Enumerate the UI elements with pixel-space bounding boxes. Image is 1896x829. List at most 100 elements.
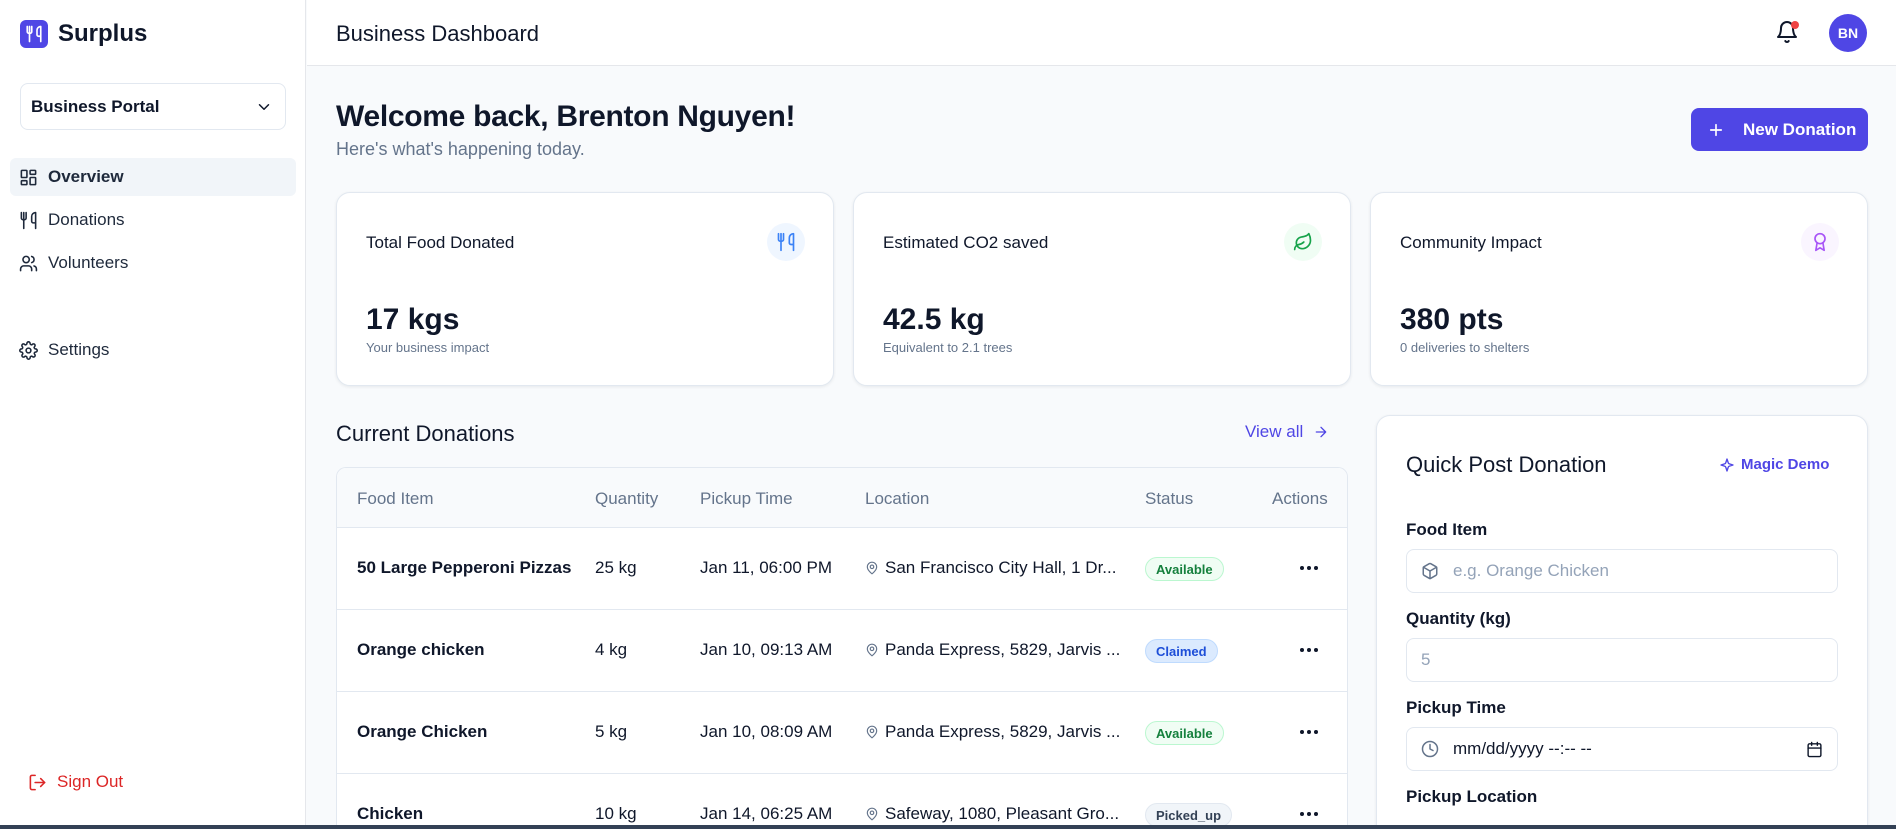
table-row[interactable]: Orange chicken 4 kg Jan 10, 09:13 AM Pan… (337, 610, 1347, 692)
sparkles-icon (1720, 457, 1734, 472)
pickup-time-cell: Jan 10, 09:13 AM (700, 640, 833, 659)
map-pin-icon (866, 807, 878, 821)
stat-card-food: Total Food Donated 17 kgs Your business … (336, 192, 834, 386)
utensils-icon (20, 211, 37, 229)
view-all-label: View all (1245, 422, 1304, 441)
quantity-cell: 4 kg (595, 640, 628, 659)
donations-table: Food Item Quantity Pickup Time Location … (336, 467, 1348, 829)
chevron-down-icon (258, 103, 270, 110)
notification-dot (1791, 21, 1799, 29)
leaf-icon (1284, 223, 1322, 261)
welcome-heading: Welcome back, Brenton Nguyen! (336, 100, 796, 133)
notifications-button[interactable] (1775, 20, 1801, 46)
more-actions-icon[interactable] (1300, 648, 1318, 652)
more-actions-icon[interactable] (1300, 730, 1318, 734)
stat-subtext: Equivalent to 2.1 trees (883, 340, 1013, 355)
stat-value: 42.5 kg (883, 303, 985, 336)
quantity-cell: 10 kg (595, 804, 637, 823)
location-cell: Panda Express, 5829, Jarvis ... (865, 722, 1120, 742)
stat-card-community: Community Impact 380 pts 0 deliveries to… (1370, 192, 1868, 386)
brand-logo-icon (20, 20, 48, 48)
sidebar-item-overview[interactable]: Overview (10, 158, 296, 196)
sidebar-nav: Overview Donations Volunteers (10, 158, 296, 287)
food-item-label: Food Item (1406, 520, 1488, 539)
table-header: Food Item Quantity Pickup Time Location … (337, 468, 1347, 528)
sign-out-label: Sign Out (57, 772, 124, 791)
more-actions-icon[interactable] (1300, 566, 1318, 570)
column-header: Status (1145, 489, 1194, 508)
table-row[interactable]: Chicken 10 kg Jan 14, 06:25 AM Safeway, … (337, 774, 1347, 829)
location-text: Panda Express, 5829, Jarvis ... (885, 722, 1121, 741)
quantity-cell: 5 kg (595, 722, 628, 741)
gear-icon (19, 340, 38, 360)
location-text: Safeway, 1080, Pleasant Gro... (885, 804, 1120, 823)
pickup-time-cell: Jan 11, 06:00 PM (700, 558, 832, 577)
donations-section-title: Current Donations (336, 421, 515, 446)
status-badge: Picked_up (1145, 803, 1233, 827)
quick-post-panel: Quick Post Donation Magic Demo Food Item… (1376, 415, 1868, 829)
avatar[interactable]: BN (1829, 14, 1867, 52)
column-header: Pickup Time (700, 489, 793, 508)
quantity-input[interactable]: 5 (1406, 638, 1838, 682)
log-out-icon (29, 774, 46, 790)
food-item-cell: Chicken (357, 804, 424, 823)
top-header: Business Dashboard BN (307, 0, 1896, 66)
pickup-time-cell: Jan 14, 06:25 AM (700, 804, 833, 823)
status-badge: Claimed (1145, 639, 1218, 663)
pickup-time-cell: Jan 10, 08:09 AM (700, 722, 833, 741)
pickup-time-label: Pickup Time (1406, 698, 1506, 717)
sidebar-item-label: Donations (48, 210, 125, 229)
sidebar-item-volunteers[interactable]: Volunteers (10, 244, 296, 282)
location-cell: San Francisco City Hall, 1 Dr... (865, 558, 1116, 578)
location-cell: Panda Express, 5829, Jarvis ... (865, 640, 1120, 660)
sidebar-item-label: Volunteers (48, 253, 129, 272)
portal-select[interactable]: Business Portal (20, 83, 286, 130)
stat-title: Estimated CO2 saved (883, 233, 1049, 252)
table-row[interactable]: 50 Large Pepperoni Pizzas 25 kg Jan 11, … (337, 528, 1347, 610)
quick-post-title: Quick Post Donation (1406, 452, 1607, 477)
stat-title: Total Food Donated (366, 233, 515, 252)
map-pin-icon (866, 643, 878, 657)
utensils-icon (767, 223, 805, 261)
food-item-cell: 50 Large Pepperoni Pizzas (357, 558, 572, 577)
stat-subtext: Your business impact (366, 340, 490, 355)
pickup-time-input[interactable]: mm/dd/yyyy --:-- -- (1406, 727, 1838, 771)
welcome-subtitle: Here's what's happening today. (336, 139, 585, 159)
page-title: Business Dashboard (336, 21, 540, 46)
calendar-icon[interactable] (1806, 741, 1823, 763)
table-row[interactable]: Orange Chicken 5 kg Jan 10, 08:09 AM Pan… (337, 692, 1347, 774)
food-item-input[interactable]: e.g. Orange Chicken (1406, 549, 1838, 593)
column-header: Food Item (357, 489, 434, 508)
sign-out-button[interactable]: Sign Out (28, 772, 123, 792)
sidebar: Surplus Business Portal Overview Donatio… (0, 0, 306, 829)
magic-demo-label: Magic Demo (1741, 456, 1830, 473)
quantity-placeholder: 5 (1421, 650, 1431, 669)
award-icon (1801, 223, 1839, 261)
more-actions-icon[interactable] (1300, 812, 1318, 816)
stat-value: 380 pts (1400, 303, 1504, 336)
view-all-link[interactable]: View all (1245, 422, 1329, 442)
magic-demo-button[interactable]: Magic Demo (1719, 456, 1829, 473)
column-header: Actions (1272, 489, 1328, 508)
sidebar-item-settings[interactable]: Settings (10, 331, 296, 369)
portal-select-label: Business Portal (31, 96, 160, 116)
new-donation-button[interactable]: New Donation (1691, 108, 1868, 151)
stat-value: 17 kgs (366, 303, 460, 336)
stat-subtext: 0 deliveries to shelters (1400, 340, 1530, 355)
status-badge: Available (1145, 721, 1224, 745)
brand-name: Surplus (58, 20, 148, 47)
sidebar-item-label: Overview (48, 167, 124, 186)
brand[interactable]: Surplus (20, 20, 147, 48)
map-pin-icon (866, 725, 878, 739)
plus-icon (1709, 123, 1723, 136)
map-pin-icon (866, 561, 878, 575)
location-text: Panda Express, 5829, Jarvis ... (885, 640, 1121, 659)
food-item-cell: Orange chicken (357, 640, 485, 659)
column-header: Quantity (595, 489, 659, 508)
quantity-cell: 25 kg (595, 558, 637, 577)
sidebar-item-donations[interactable]: Donations (10, 201, 296, 239)
users-icon (19, 255, 38, 271)
location-cell: Safeway, 1080, Pleasant Gro... (865, 804, 1119, 824)
package-icon (1421, 562, 1439, 580)
column-header: Location (865, 489, 930, 508)
